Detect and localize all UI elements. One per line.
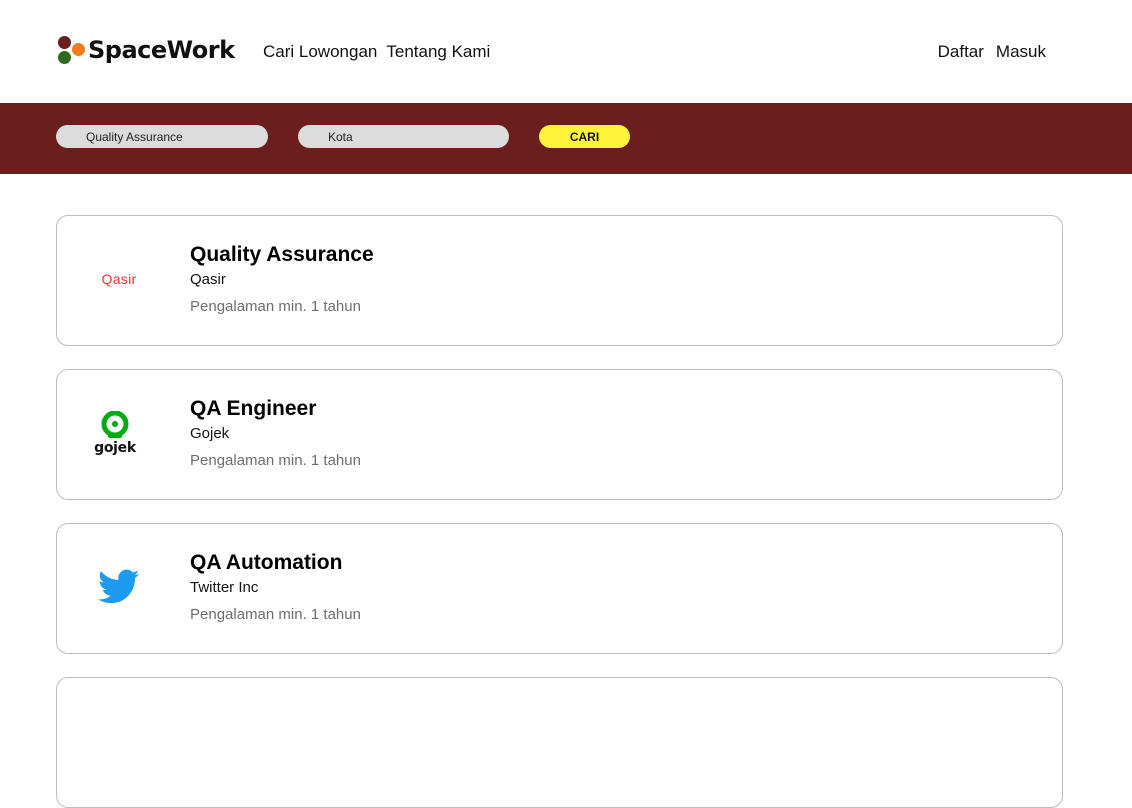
main-nav: Cari Lowongan Tentang Kami: [263, 42, 490, 62]
navbar: SpaceWork Cari Lowongan Tentang Kami Daf…: [0, 0, 1132, 103]
job-experience: Pengalaman min. 1 tahun: [190, 452, 361, 469]
logo-dot-orange: [72, 43, 85, 56]
job-title[interactable]: QA Engineer: [190, 397, 316, 421]
twitter-logo: [87, 556, 151, 618]
job-experience: Pengalaman min. 1 tahun: [190, 606, 361, 623]
job-company: Gojek: [190, 425, 230, 442]
qasir-logo: Qasir: [87, 248, 151, 310]
logo-dots-icon: [57, 35, 87, 65]
job-card[interactable]: QA Automation Twitter Inc Pengalaman min…: [56, 523, 1063, 654]
job-card[interactable]: gojek QA Engineer Gojek Pengalaman min. …: [56, 369, 1063, 500]
nav-link-cari-lowongan[interactable]: Cari Lowongan: [263, 42, 377, 62]
keyword-search-input[interactable]: Quality Assurance: [56, 125, 268, 148]
city-search-input[interactable]: Kota: [298, 125, 509, 148]
job-card[interactable]: Qasir Quality Assurance Qasir Pengalaman…: [56, 215, 1063, 346]
search-button[interactable]: CARI: [539, 125, 630, 148]
logo-dot-green: [58, 51, 71, 64]
gojek-icon: [101, 410, 129, 438]
keyword-search-value: Quality Assurance: [86, 129, 183, 144]
register-link[interactable]: Daftar: [938, 42, 984, 62]
job-experience: Pengalaman min. 1 tahun: [190, 298, 361, 315]
job-company: Qasir: [190, 271, 226, 288]
logo-dot-maroon: [58, 36, 71, 49]
gojek-logo: gojek: [83, 402, 147, 464]
twitter-bird-icon: [98, 569, 140, 604]
auth-nav: Daftar Masuk: [938, 42, 1046, 62]
gojek-logo-text: gojek: [94, 439, 136, 456]
login-link[interactable]: Masuk: [996, 42, 1046, 62]
job-company: Twitter Inc: [190, 579, 259, 596]
qasir-logo-text: Qasir: [101, 271, 137, 287]
city-search-placeholder: Kota: [328, 129, 353, 144]
nav-link-tentang-kami[interactable]: Tentang Kami: [386, 42, 490, 62]
brand-logo[interactable]: SpaceWork: [57, 34, 235, 66]
job-title[interactable]: Quality Assurance: [190, 243, 374, 267]
job-card-partial[interactable]: [56, 677, 1063, 808]
search-bar: Quality Assurance Kota CARI: [0, 103, 1132, 174]
brand-name: SpaceWork: [88, 36, 235, 64]
job-title[interactable]: QA Automation: [190, 551, 342, 575]
